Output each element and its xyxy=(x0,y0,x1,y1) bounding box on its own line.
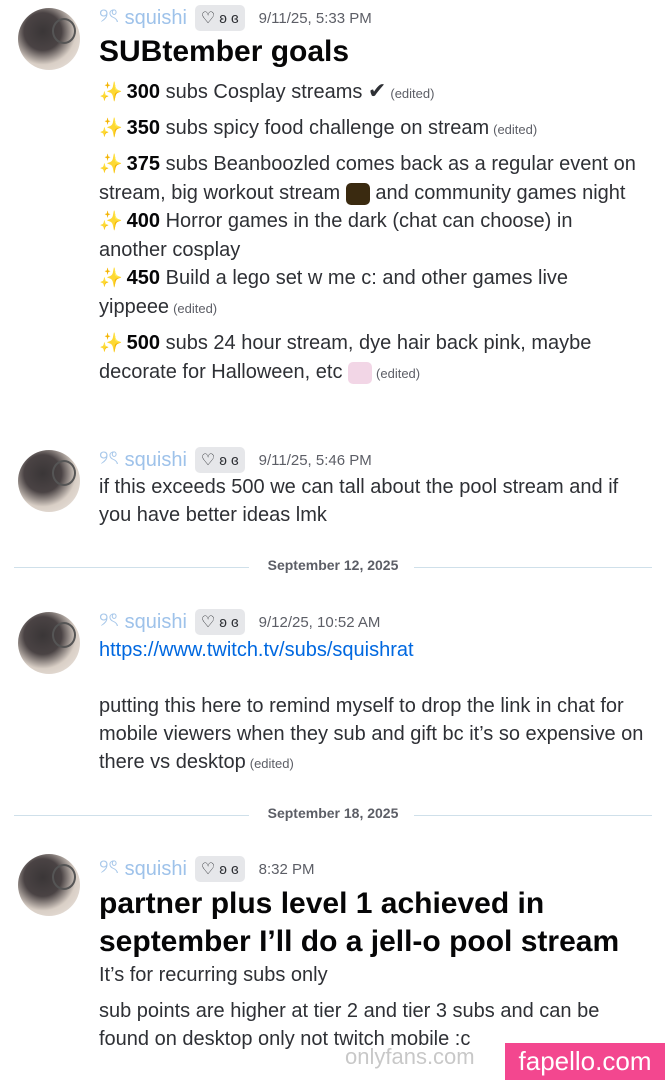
message-text: putting this here to remind myself to dr… xyxy=(99,695,644,773)
username[interactable]: squishi xyxy=(125,449,187,472)
message-title: SUBtember goals xyxy=(99,35,350,68)
goal-text: subs Cosplay streams xyxy=(165,81,363,103)
username-glyph: ୨ৎ xyxy=(99,448,119,469)
message-header: ୨ৎ squishi ♡ ʚ ɞ 9/11/25, 5:33 PM xyxy=(99,3,372,33)
heart-icon: ♡ xyxy=(200,861,216,878)
date-divider: September 12, 2025 xyxy=(14,557,652,577)
goal-text: Horror games in the dark (chat can choos… xyxy=(99,210,573,261)
username-glyph: ୨ৎ xyxy=(99,857,119,878)
edited-label: (edited) xyxy=(376,366,421,381)
avatar[interactable] xyxy=(18,8,80,70)
twitch-link[interactable]: https://www.twitch.tv/subs/squishrat xyxy=(99,636,644,664)
avatar[interactable] xyxy=(18,450,80,512)
goal-text: subs spicy food challenge on stream xyxy=(165,117,490,139)
watermark-fapello: fapello.com xyxy=(505,1043,665,1080)
anime-girl-emoji-icon xyxy=(348,361,373,384)
check-icon: ✔ xyxy=(367,78,387,103)
avatar[interactable] xyxy=(18,854,80,916)
sparkle-stars-icon: ✨ xyxy=(99,211,123,232)
timestamp[interactable]: 9/12/25, 10:52 AM xyxy=(259,614,381,631)
username[interactable]: squishi xyxy=(125,611,187,634)
message-header: ୨ৎ squishi ♡ ʚ ɞ 8:32 PM xyxy=(99,854,315,884)
message-header: ୨ৎ squishi ♡ ʚ ɞ 9/11/25, 5:46 PM xyxy=(99,445,372,475)
goal-count: 375 xyxy=(126,153,161,175)
user-tag[interactable]: ♡ ʚ ɞ xyxy=(194,856,245,882)
goal-text: subs 24 hour stream, dye hair back pink,… xyxy=(99,332,592,383)
watermark-onlyfans: onlyfans.com xyxy=(345,1044,475,1069)
user-tag[interactable]: ♡ ʚ ɞ xyxy=(194,5,245,31)
message-title: partner plus level 1 achieved in septemb… xyxy=(99,887,620,958)
message-line: It’s for recurring subs only xyxy=(99,964,328,986)
user-tag[interactable]: ♡ ʚ ɞ xyxy=(194,447,245,473)
timestamp[interactable]: 8:32 PM xyxy=(259,861,315,878)
goal-count: 400 xyxy=(126,210,161,232)
username[interactable]: squishi xyxy=(125,858,187,881)
username-glyph: ୨ৎ xyxy=(99,6,119,27)
message-header: ୨ৎ squishi ♡ ʚ ɞ 9/12/25, 10:52 AM xyxy=(99,607,380,637)
avatar[interactable] xyxy=(18,612,80,674)
goal-count: 500 xyxy=(126,332,161,354)
message-body: https://www.twitch.tv/subs/squishrat put… xyxy=(99,636,644,778)
user-tag[interactable]: ♡ ʚ ɞ xyxy=(194,609,245,635)
edited-label: (edited) xyxy=(173,301,218,316)
sparkle-stars-icon: ✨ xyxy=(99,82,123,103)
message-text: if this exceeds 500 we can tall about th… xyxy=(99,476,619,526)
goal-count: 300 xyxy=(126,81,161,103)
goal-count: 450 xyxy=(126,267,161,289)
message-body: SUBtember goals ✨ 300 subs Cosplay stream… xyxy=(99,33,644,388)
timestamp[interactable]: 9/11/25, 5:33 PM xyxy=(259,10,372,27)
username[interactable]: squishi xyxy=(125,7,187,30)
timestamp[interactable]: 9/11/25, 5:46 PM xyxy=(259,452,372,469)
sparkle-stars-icon: ✨ xyxy=(99,268,123,289)
goal-count: 350 xyxy=(126,117,161,139)
sparkle-stars-icon: ✨ xyxy=(99,118,123,139)
date-divider: September 18, 2025 xyxy=(14,805,652,825)
heart-icon: ♡ xyxy=(200,452,216,469)
sparkle-stars-icon: ✨ xyxy=(99,154,123,175)
sparkle-stars-icon: ✨ xyxy=(99,333,123,354)
heart-icon: ♡ xyxy=(200,10,216,27)
divider-date: September 18, 2025 xyxy=(267,805,399,821)
heart-icon: ♡ xyxy=(200,614,216,631)
message-body: partner plus level 1 achieved in septemb… xyxy=(99,885,644,1053)
goal-text: and community games night xyxy=(375,182,626,204)
workout-emoji-icon xyxy=(345,182,370,205)
edited-label: (edited) xyxy=(390,86,435,101)
divider-date: September 12, 2025 xyxy=(267,557,399,573)
goal-text: Build a lego set w me c: and other games… xyxy=(99,267,569,318)
edited-label: (edited) xyxy=(493,122,538,137)
username-glyph: ୨ৎ xyxy=(99,610,119,631)
edited-label: (edited) xyxy=(249,756,294,771)
